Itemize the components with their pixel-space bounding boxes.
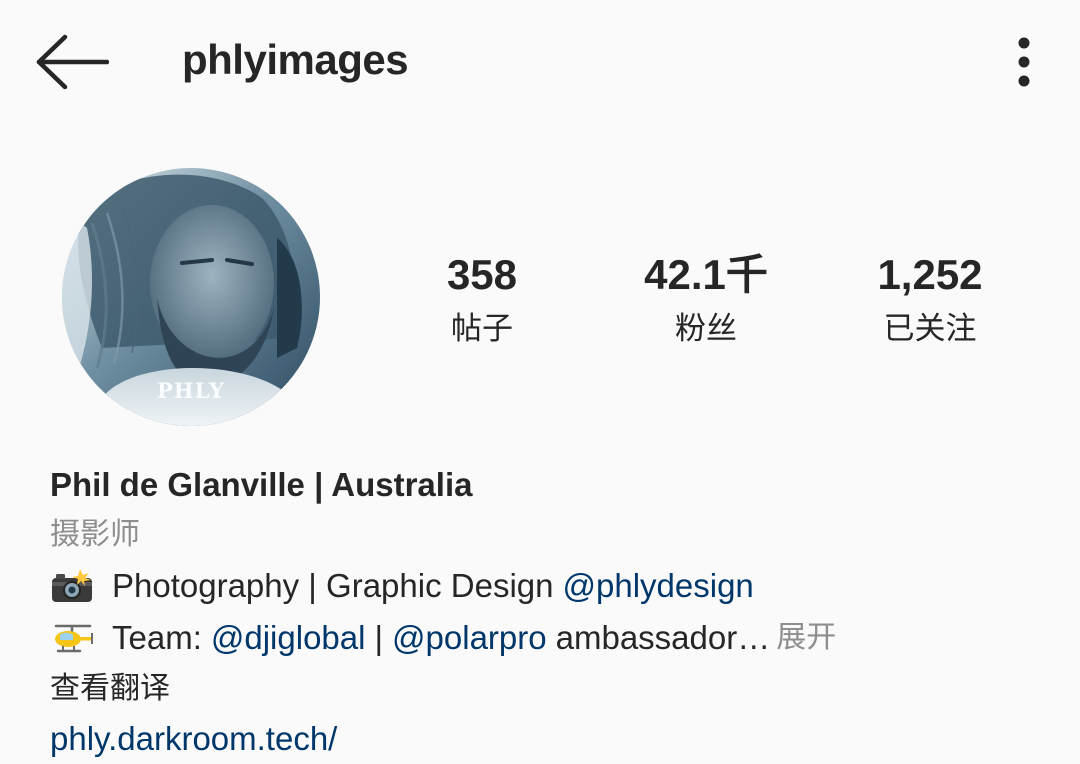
stat-followers[interactable]: 42.1千 粉丝	[596, 250, 816, 354]
expand-bio-link[interactable]: 展开	[776, 612, 836, 664]
website-link[interactable]: phly.darkroom.tech/	[50, 714, 1050, 764]
bio-team-prefix: Team:	[112, 619, 202, 656]
bio-line-2: Team: @djiglobal | @polarpro ambassador… 展开	[50, 612, 1050, 664]
more-vertical-icon	[1018, 37, 1030, 87]
following-label: 已关注	[883, 311, 977, 347]
profile-avatar[interactable]: PHLY	[62, 168, 320, 426]
following-count: 1,252	[877, 251, 983, 298]
posts-count: 358	[446, 251, 518, 298]
display-name: Phil de Glanville | Australia	[50, 466, 473, 503]
followers-label: 粉丝	[675, 311, 737, 347]
see-translation-link[interactable]: 查看翻译	[50, 664, 1050, 714]
bio-team-suffix: ambassador…	[555, 619, 771, 656]
stat-following[interactable]: 1,252 已关注	[820, 250, 1040, 354]
bio-line-1-text: Photography | Graphic Design	[112, 567, 554, 604]
posts-label: 帖子	[451, 311, 513, 347]
more-options-button[interactable]	[998, 30, 1050, 94]
bio-line-1: Photography | Graphic Design @phlydesign	[50, 560, 1050, 612]
back-button[interactable]	[30, 30, 114, 94]
avatar-watermark: PHLY	[156, 378, 226, 403]
stat-posts[interactable]: 358 帖子	[372, 250, 592, 354]
profile-category: 摄影师	[50, 517, 140, 552]
followers-count: 42.1千	[644, 251, 768, 298]
top-bar: phlyimages	[0, 0, 1080, 125]
helicopter-icon	[54, 624, 93, 653]
mention-phlydesign[interactable]: @phlydesign	[563, 560, 754, 612]
camera-with-flash-icon	[52, 569, 92, 602]
mention-polarpro[interactable]: @polarpro	[392, 612, 547, 664]
profile-username: phlyimages	[182, 36, 409, 83]
profile-bio: Phil de Glanville | Australia 摄影师 Photog…	[50, 460, 1050, 764]
bio-separator: |	[374, 619, 384, 656]
arrow-left-icon	[36, 34, 109, 90]
mention-djiglobal[interactable]: @djiglobal	[211, 612, 366, 664]
